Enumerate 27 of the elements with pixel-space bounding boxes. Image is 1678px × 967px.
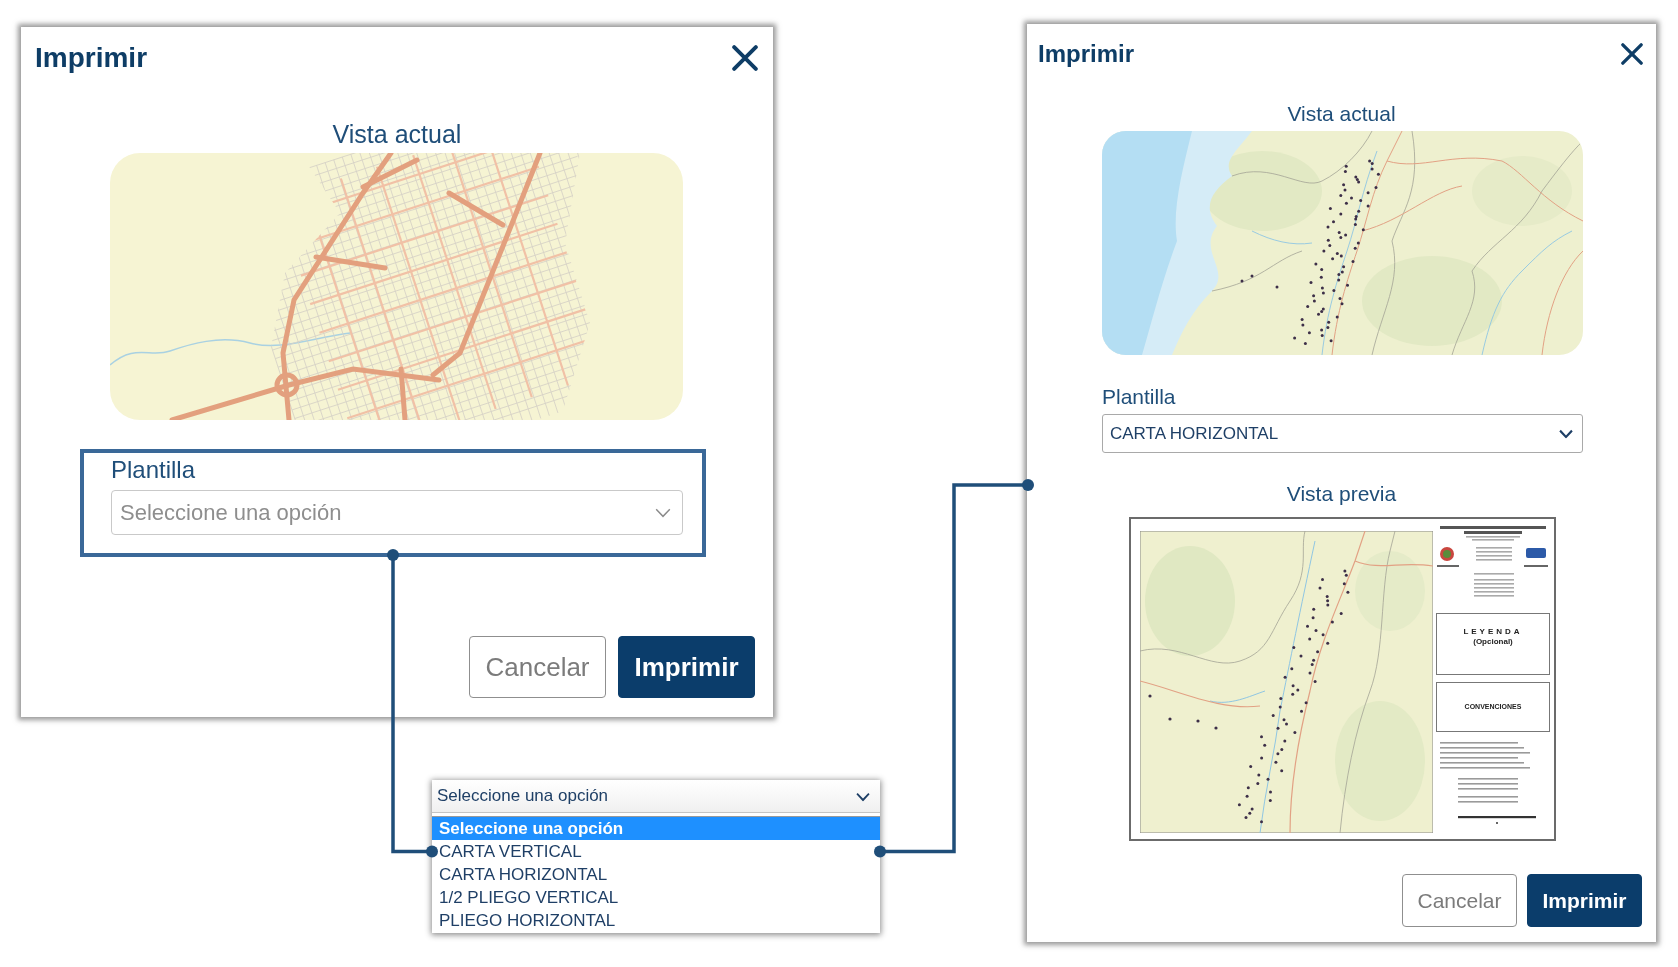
section-heading: Vista actual <box>1287 101 1396 127</box>
legend-title: LEYENDA <box>1463 627 1523 636</box>
cancel-button[interactable]: Cancelar <box>469 636 606 698</box>
field-label: Plantilla <box>111 455 196 485</box>
print-button[interactable]: Imprimir <box>618 636 755 698</box>
dropdown-option[interactable]: PLIEGO HORIZONTAL <box>432 909 880 932</box>
section-heading: Vista actual <box>332 119 462 149</box>
dialog-title: Imprimir <box>35 41 148 75</box>
close-icon <box>732 45 758 71</box>
section-heading: Vista previa <box>1285 481 1398 507</box>
dropdown-option[interactable]: CARTA HORIZONTAL <box>432 863 880 886</box>
dropdown-option[interactable]: 1/2 PLIEGO VERTICAL <box>432 886 880 909</box>
chevron-down-icon <box>856 792 870 801</box>
close-button[interactable] <box>1621 43 1643 65</box>
cancel-button[interactable]: Cancelar <box>1402 874 1517 927</box>
dropdown-option[interactable]: CARTA VERTICAL <box>432 840 880 863</box>
field-label: Plantilla <box>1102 384 1176 410</box>
select-field[interactable]: Seleccione una opción <box>432 780 880 813</box>
close-icon <box>1621 43 1643 65</box>
legend-note: (Opcional) <box>1473 637 1513 646</box>
dialog-title: Imprimir <box>1038 39 1135 69</box>
select-field[interactable]: Seleccione una opción <box>111 490 683 535</box>
chevron-down-icon <box>1559 429 1573 438</box>
close-button[interactable] <box>732 45 758 71</box>
print-button[interactable]: Imprimir <box>1527 874 1642 927</box>
chevron-down-icon <box>655 507 671 518</box>
select-field[interactable]: CARTA HORIZONTAL <box>1102 414 1583 453</box>
